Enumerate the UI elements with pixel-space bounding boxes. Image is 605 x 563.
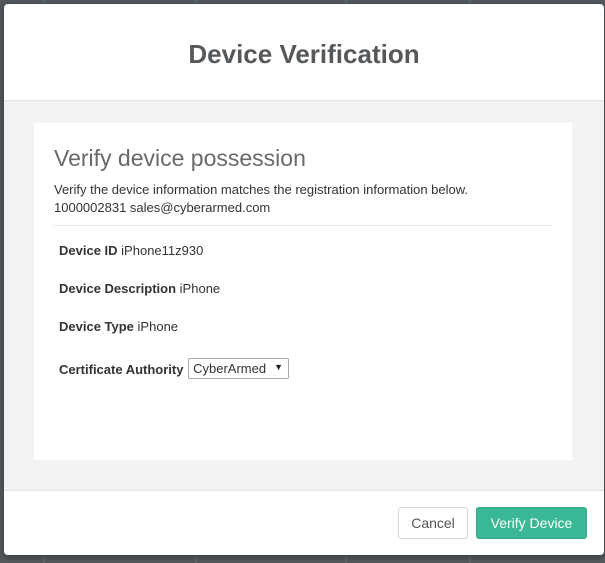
cancel-button[interactable]: Cancel [398, 507, 468, 539]
divider [54, 225, 552, 226]
verify-device-button[interactable]: Verify Device [476, 507, 587, 539]
certificate-authority-select[interactable]: CyberArmed ▼ [188, 358, 290, 379]
modal-body: Verify device possession Verify the devi… [4, 101, 604, 490]
device-id-row: Device ID iPhone11z930 [59, 243, 203, 258]
device-type-value: iPhone [137, 319, 179, 334]
verification-card: Verify device possession Verify the devi… [34, 123, 572, 460]
certificate-authority-row: Certificate Authority CyberArmed ▼ [59, 358, 290, 380]
certificate-authority-selected: CyberArmed [193, 361, 267, 376]
device-description-row: Device Description iPhone [59, 281, 220, 296]
card-heading: Verify device possession [54, 145, 306, 171]
device-description-label: Device Description [59, 281, 177, 296]
card-description-block: Verify the device information matches th… [54, 181, 468, 217]
caret-down-icon: ▼ [274, 362, 284, 372]
account-line: 1000002831 sales@cyberarmed.com [54, 200, 271, 215]
device-id-value: iPhone11z930 [121, 243, 204, 258]
modal-title: Device Verification [188, 38, 420, 69]
device-type-label: Device Type [59, 319, 134, 334]
device-type-row: Device Type iPhone [59, 319, 178, 334]
device-description-value: iPhone [179, 281, 221, 296]
device-id-label: Device ID [59, 243, 118, 258]
certificate-authority-label: Certificate Authority [59, 362, 184, 377]
modal-footer: Cancel Verify Device [4, 490, 604, 555]
device-verification-modal: Device Verification Verify device posses… [4, 4, 604, 555]
card-description: Verify the device information matches th… [54, 182, 469, 197]
modal-header: Device Verification [4, 4, 604, 101]
